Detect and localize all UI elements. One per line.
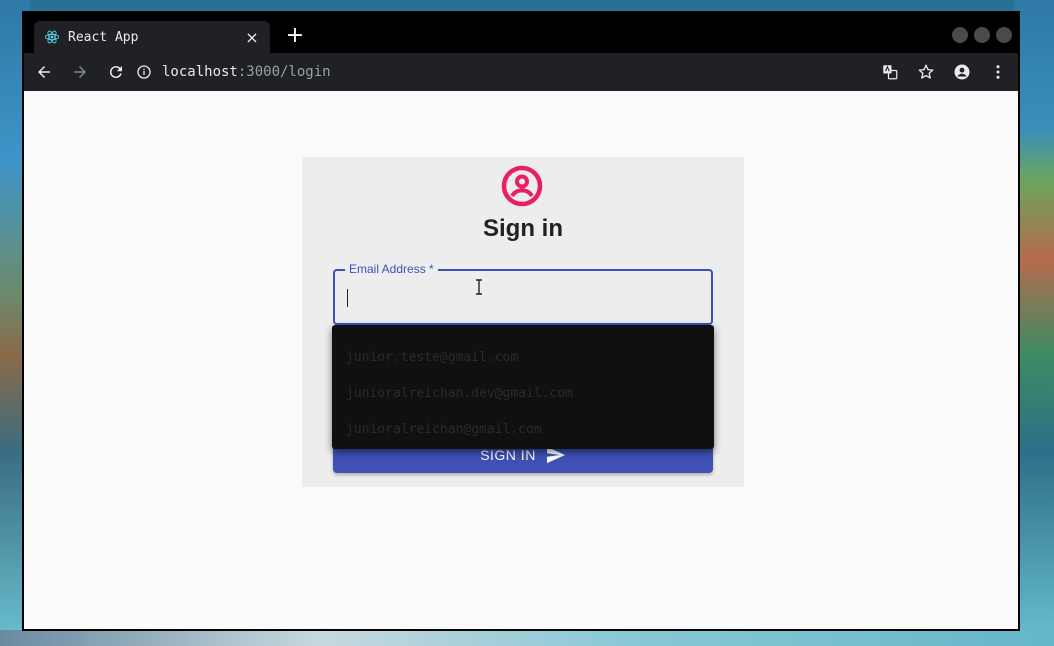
maximize-button[interactable] bbox=[974, 27, 990, 43]
close-tab-icon[interactable]: × bbox=[244, 28, 260, 47]
arrow-forward-icon bbox=[74, 66, 86, 78]
page-title: Sign in bbox=[483, 215, 563, 242]
email-label: Email Address * bbox=[345, 262, 438, 276]
text-caret bbox=[347, 289, 348, 307]
tab-bar: React App × + bbox=[24, 13, 1018, 53]
url-host: localhost bbox=[162, 64, 238, 80]
toolbar-actions bbox=[876, 57, 1012, 87]
more-vert-icon bbox=[996, 65, 1000, 79]
translate-button[interactable] bbox=[876, 58, 904, 86]
reload-button[interactable] bbox=[100, 56, 132, 88]
react-logo-icon bbox=[44, 30, 60, 44]
desktop-wallpaper-right bbox=[1014, 0, 1054, 646]
email-field[interactable]: Email Address * bbox=[333, 262, 713, 325]
autocomplete-option[interactable]: junioralreichan.dev@gmail.com bbox=[332, 375, 714, 411]
forward-button[interactable] bbox=[64, 56, 96, 88]
profile-button[interactable] bbox=[948, 58, 976, 86]
translate-icon bbox=[883, 65, 898, 80]
back-button[interactable] bbox=[28, 56, 60, 88]
browser-toolbar: localhost:3000/login bbox=[24, 53, 1018, 91]
reload-icon bbox=[109, 66, 122, 79]
browser-window: React App × + localhost:3000/login Sign… bbox=[22, 11, 1020, 631]
close-window-button[interactable] bbox=[996, 27, 1012, 43]
page-viewport: Sign in Email Address * SIGN IN junior.t… bbox=[24, 91, 1018, 629]
autocomplete-option[interactable]: junior.teste@gmail.com bbox=[332, 339, 714, 375]
account-circle-icon bbox=[501, 165, 543, 207]
browser-tab[interactable]: React App × bbox=[34, 21, 270, 53]
autocomplete-dropdown: junior.teste@gmail.com junioralreichan.d… bbox=[332, 325, 714, 449]
new-tab-button[interactable]: + bbox=[284, 25, 306, 47]
bookmark-button[interactable] bbox=[912, 58, 940, 86]
url-path: :3000/login bbox=[237, 64, 331, 80]
text-cursor-icon bbox=[476, 279, 482, 295]
info-icon[interactable] bbox=[136, 64, 152, 80]
email-input[interactable] bbox=[345, 285, 695, 309]
window-controls bbox=[952, 27, 1012, 43]
star-icon bbox=[918, 64, 934, 79]
autocomplete-option[interactable]: junioralreichan@gmail.com bbox=[332, 411, 714, 447]
account-circle-icon bbox=[954, 64, 970, 80]
desktop-wallpaper-bottom bbox=[0, 630, 1054, 646]
signin-button-label: SIGN IN bbox=[480, 447, 536, 463]
tab-title: React App bbox=[68, 29, 139, 45]
arrow-back-icon bbox=[38, 66, 50, 78]
menu-button[interactable] bbox=[984, 58, 1012, 86]
minimize-button[interactable] bbox=[952, 27, 968, 43]
